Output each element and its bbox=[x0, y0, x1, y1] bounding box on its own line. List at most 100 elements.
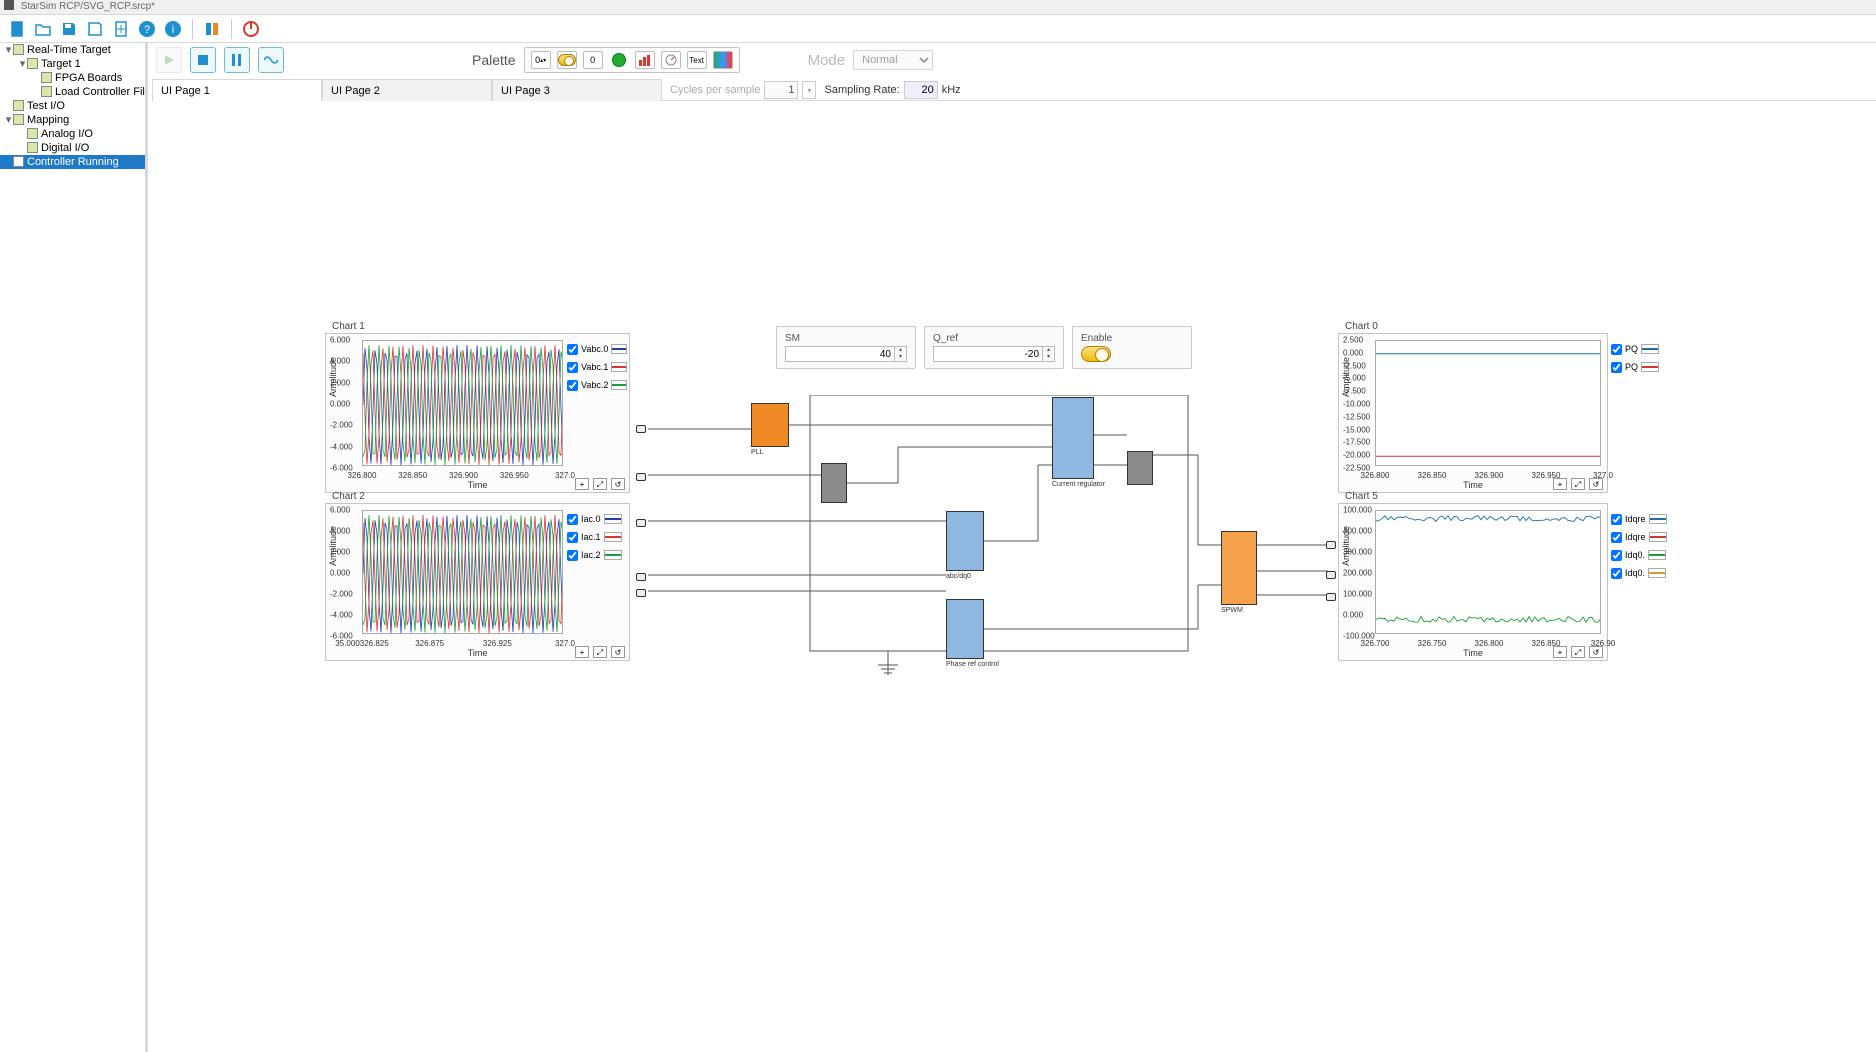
mode-select[interactable]: Normal bbox=[853, 50, 933, 70]
output-port[interactable] bbox=[1326, 593, 1336, 601]
legend-toggle[interactable] bbox=[1611, 568, 1622, 579]
palette-bar[interactable] bbox=[635, 51, 655, 69]
legend-toggle[interactable] bbox=[1611, 514, 1622, 525]
sm-spinner[interactable]: ▴▾ bbox=[895, 346, 907, 362]
input-port[interactable] bbox=[636, 589, 646, 597]
tree-item-digital-i-o[interactable]: Digital I/O bbox=[0, 141, 145, 155]
qref-input[interactable] bbox=[933, 346, 1043, 362]
chart-tool-reset[interactable]: ↺ bbox=[1589, 646, 1603, 658]
plot-area[interactable] bbox=[362, 510, 563, 634]
tab-uipage2[interactable]: UI Page 2 bbox=[322, 79, 492, 101]
chart-c5[interactable]: Chart 5100.000400.000300.000200.000100.0… bbox=[1338, 503, 1608, 661]
palette-knob[interactable] bbox=[661, 51, 681, 69]
ui-canvas[interactable]: SM ▴▾ Q_ref ▴▾ Enable PLL Current regula… bbox=[148, 101, 1876, 1052]
tree-item-analog-i-o[interactable]: Analog I/O bbox=[0, 127, 145, 141]
tree-item-controller-running[interactable]: Controller Running bbox=[0, 155, 145, 169]
sm-input[interactable] bbox=[785, 346, 895, 362]
legend-toggle[interactable] bbox=[1611, 532, 1622, 543]
info-button[interactable]: i bbox=[162, 18, 184, 40]
legend-toggle[interactable] bbox=[1611, 550, 1622, 561]
chart-tool-reset[interactable]: ↺ bbox=[611, 478, 625, 490]
chart-tool-cursor[interactable]: + bbox=[575, 646, 589, 658]
chart-legend: Iac.0Iac.1Iac.2 bbox=[567, 510, 627, 564]
output-port[interactable] bbox=[1326, 571, 1336, 579]
chart-tool-cursor[interactable]: + bbox=[1553, 478, 1567, 490]
tree-item-load-controller-file[interactable]: Load Controller File bbox=[0, 85, 145, 99]
tree-item-test-i-o[interactable]: Test I/O bbox=[0, 99, 145, 113]
chart-tool-zoom[interactable]: ⤢ bbox=[593, 646, 607, 658]
legend-toggle[interactable] bbox=[567, 514, 578, 525]
chart-tool-reset[interactable]: ↺ bbox=[1589, 478, 1603, 490]
chart-title: Chart 1 bbox=[332, 321, 365, 332]
block-ctrl1[interactable] bbox=[1052, 397, 1094, 479]
palette-text[interactable]: Text bbox=[687, 51, 707, 69]
legend-toggle[interactable] bbox=[567, 362, 578, 373]
plot-area[interactable] bbox=[362, 340, 563, 466]
open-file-button[interactable] bbox=[32, 18, 54, 40]
new-file-button[interactable] bbox=[6, 18, 28, 40]
enable-toggle[interactable] bbox=[1081, 346, 1111, 362]
run-button[interactable] bbox=[156, 47, 182, 73]
qref-spinner[interactable]: ▴▾ bbox=[1043, 346, 1055, 362]
stop-button[interactable] bbox=[190, 47, 216, 73]
block-lut1[interactable] bbox=[821, 463, 847, 503]
tree-item-fpga-boards[interactable]: FPGA Boards bbox=[0, 71, 145, 85]
input-port[interactable] bbox=[636, 573, 646, 581]
cycles-input[interactable] bbox=[764, 81, 798, 99]
block-dq1[interactable] bbox=[946, 511, 984, 571]
new-page-button[interactable] bbox=[110, 18, 132, 40]
block-label: Current regulator bbox=[1052, 481, 1105, 488]
cycles-per-sample: Cycles per sample ▾ bbox=[670, 81, 816, 99]
block-pll[interactable] bbox=[751, 403, 789, 447]
chart-title: Chart 2 bbox=[332, 491, 365, 502]
scope-button[interactable] bbox=[258, 47, 284, 73]
tab-uipage1[interactable]: UI Page 1 bbox=[152, 79, 322, 101]
chart-tool-reset[interactable]: ↺ bbox=[611, 646, 625, 658]
settings-button[interactable] bbox=[201, 18, 223, 40]
tree-item-mapping[interactable]: ▾Mapping bbox=[0, 113, 145, 127]
chart-legend: Vabc.0Vabc.1Vabc.2 bbox=[567, 340, 627, 394]
chart-tool-zoom[interactable]: ⤢ bbox=[1571, 646, 1585, 658]
input-port[interactable] bbox=[636, 425, 646, 433]
chart-tool-zoom[interactable]: ⤢ bbox=[593, 478, 607, 490]
plot-area[interactable] bbox=[1375, 340, 1601, 466]
input-port[interactable] bbox=[636, 473, 646, 481]
palette-numinput[interactable]: 0▴▾ bbox=[531, 51, 551, 69]
power-button[interactable] bbox=[240, 18, 262, 40]
chart-c2[interactable]: Chart 26.0004.0002.0000.000-2.000-4.000-… bbox=[325, 503, 630, 661]
legend-toggle[interactable] bbox=[567, 344, 578, 355]
tab-uipage3[interactable]: UI Page 3 bbox=[492, 79, 662, 101]
input-block-qref: Q_ref ▴▾ bbox=[924, 326, 1064, 369]
block-dq2[interactable] bbox=[946, 599, 984, 659]
legend-toggle[interactable] bbox=[567, 380, 578, 391]
save-as-button[interactable] bbox=[84, 18, 106, 40]
help-button[interactable]: ? bbox=[136, 18, 158, 40]
chart-c0[interactable]: Chart 02.5000.000-2.500-5.000-7.500-10.0… bbox=[1338, 333, 1608, 493]
legend-toggle[interactable] bbox=[1611, 362, 1622, 373]
palette-toggle[interactable] bbox=[557, 51, 577, 69]
block-out[interactable] bbox=[1221, 531, 1257, 605]
save-button[interactable] bbox=[58, 18, 80, 40]
chart-tool-cursor[interactable]: + bbox=[575, 478, 589, 490]
palette-chart[interactable] bbox=[713, 51, 733, 69]
block-lut2[interactable] bbox=[1127, 451, 1153, 485]
plot-area[interactable] bbox=[1375, 510, 1601, 634]
legend-toggle[interactable] bbox=[1611, 344, 1622, 355]
chart-tool-zoom[interactable]: ⤢ bbox=[1571, 478, 1585, 490]
window-titlebar: StarSim RCP/SVG_RCP.srcp* bbox=[0, 0, 1876, 15]
tree-item-real-time-target[interactable]: ▾Real-Time Target bbox=[0, 43, 145, 57]
legend-toggle[interactable] bbox=[567, 532, 578, 543]
chart-tool-cursor[interactable]: + bbox=[1553, 646, 1567, 658]
pause-button[interactable] bbox=[224, 47, 250, 73]
chart-title: Chart 5 bbox=[1345, 491, 1378, 502]
palette-led[interactable] bbox=[609, 51, 629, 69]
chart-c1[interactable]: Chart 16.0004.0002.0000.000-2.000-4.000-… bbox=[325, 333, 630, 493]
block-diagram[interactable]: PLL Current regulator abc/dq0 Phase ref … bbox=[638, 395, 1338, 725]
sampling-input[interactable] bbox=[904, 81, 938, 99]
palette-numdisplay[interactable]: 0 bbox=[583, 51, 603, 69]
tree-item-target-1[interactable]: ▾Target 1 bbox=[0, 57, 145, 71]
output-port[interactable] bbox=[1326, 541, 1336, 549]
input-port[interactable] bbox=[636, 519, 646, 527]
legend-toggle[interactable] bbox=[567, 550, 578, 561]
input-block-sm: SM ▴▾ bbox=[776, 326, 916, 369]
